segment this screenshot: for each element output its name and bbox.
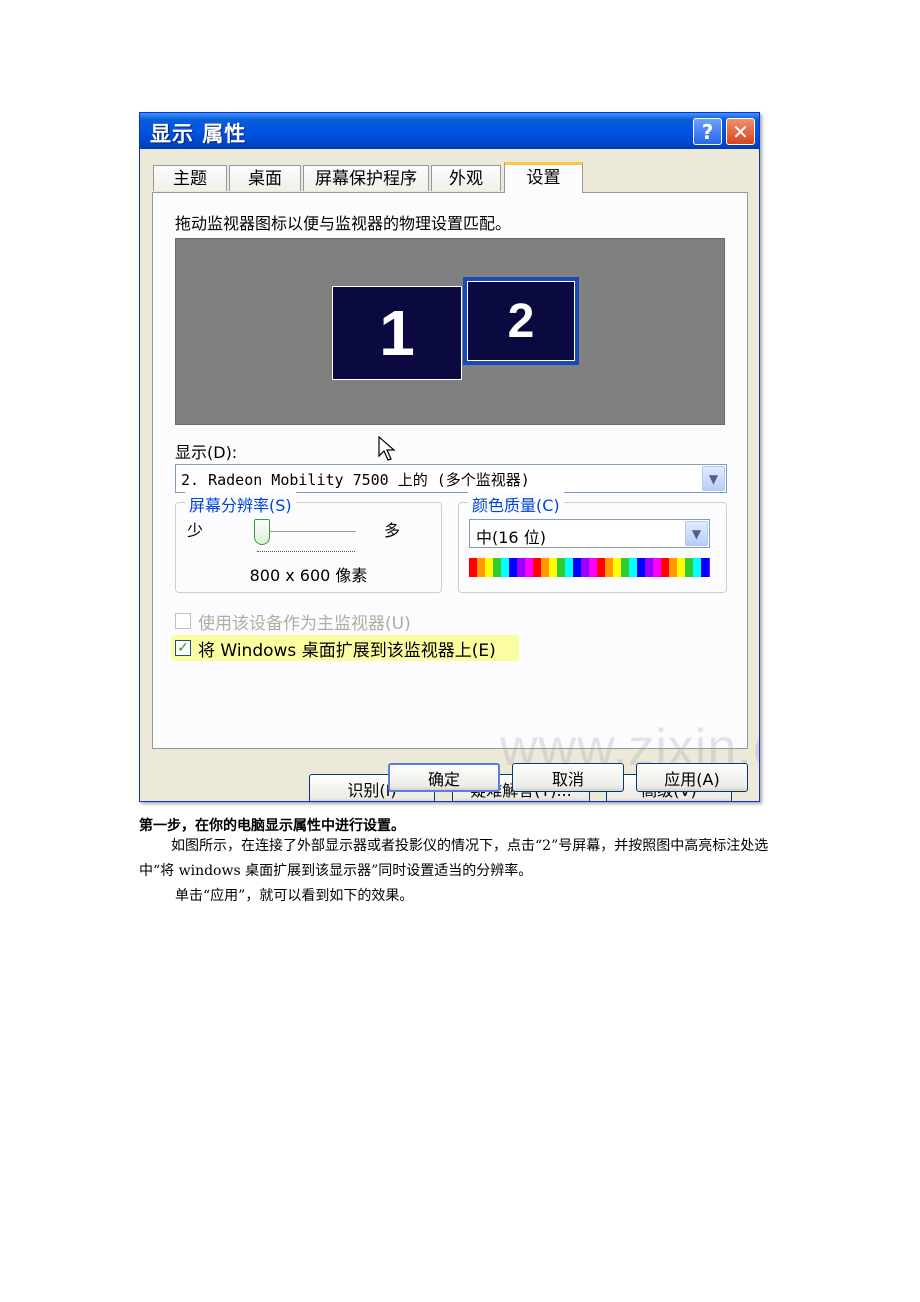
paragraph-1: 如图所示，在连接了外部显示器或者投影仪的情况下，点击“2”号屏幕，并按照图中高亮… xyxy=(139,838,769,879)
chevron-down-icon[interactable]: ▼ xyxy=(685,521,708,546)
resolution-group: 屏幕分辨率(S) 少 多 800 x 600 像素 xyxy=(175,492,442,593)
resolution-title: 屏幕分辨率(S) xyxy=(185,492,296,516)
tab-appearance[interactable]: 外观 xyxy=(431,165,501,191)
tab-theme[interactable]: 主题 xyxy=(153,165,227,191)
dialog-title: 显示 属性 xyxy=(150,122,247,146)
tab-screensaver[interactable]: 屏幕保护程序 xyxy=(303,165,429,191)
apply-button[interactable]: 应用(A) xyxy=(636,763,748,792)
extend-desktop-checkbox[interactable]: ✓ xyxy=(175,640,191,656)
settings-panel: 拖动监视器图标以便与监视器的物理设置匹配。 1 2 显示(D): 2. Rade… xyxy=(152,192,748,801)
color-quality-value: 中(16 位) xyxy=(476,528,546,547)
color-spectrum-bar xyxy=(469,558,710,577)
cancel-button[interactable]: 取消 xyxy=(512,763,624,792)
close-icon[interactable]: ✕ xyxy=(726,118,755,145)
display-label: 显示(D): xyxy=(175,443,238,462)
monitor-1-icon[interactable]: 1 xyxy=(332,286,462,380)
display-select[interactable]: 2. Radeon Mobility 7500 上的 (多个监视器) ▼ xyxy=(175,464,727,493)
primary-monitor-checkbox[interactable] xyxy=(175,613,191,629)
primary-monitor-label: 使用该设备作为主监视器(U) xyxy=(198,613,411,634)
extend-desktop-checkbox-row: ✓ 将 Windows 桌面扩展到该监视器上(E) xyxy=(175,637,496,661)
mouse-cursor-icon xyxy=(378,436,396,461)
chevron-down-icon[interactable]: ▼ xyxy=(702,466,725,491)
resolution-slider-ticks xyxy=(257,551,355,552)
extend-desktop-label: 将 Windows 桌面扩展到该监视器上(E) xyxy=(198,640,496,661)
tab-desktop[interactable]: 桌面 xyxy=(229,165,301,191)
primary-monitor-checkbox-row: 使用该设备作为主监视器(U) xyxy=(175,610,411,634)
display-select-value: 2. Radeon Mobility 7500 上的 (多个监视器) xyxy=(181,471,530,489)
ok-button[interactable]: 确定 xyxy=(388,763,500,792)
step-title: 第一步，在你的电脑显示属性中进行设置。 xyxy=(139,818,405,834)
paragraph-2: 单击“应用”，就可以看到如下的效果。 xyxy=(175,888,414,904)
resolution-min-label: 少 xyxy=(187,521,204,540)
color-quality-select[interactable]: 中(16 位) ▼ xyxy=(469,519,710,548)
color-quality-title: 颜色质量(C) xyxy=(468,492,564,516)
monitor-arrangement-area[interactable]: 1 2 xyxy=(175,238,725,425)
resolution-value: 800 x 600 像素 xyxy=(249,566,368,585)
title-bar[interactable]: 显示 属性 ? ✕ xyxy=(140,113,759,149)
monitor-2-icon[interactable]: 2 xyxy=(463,277,579,365)
help-icon[interactable]: ? xyxy=(693,118,722,145)
tab-settings[interactable]: 设置 xyxy=(504,162,583,193)
instruction-text: 拖动监视器图标以便与监视器的物理设置匹配。 xyxy=(175,214,512,233)
resolution-max-label: 多 xyxy=(384,521,401,540)
color-quality-group: 颜色质量(C) 中(16 位) ▼ xyxy=(458,492,727,593)
resolution-slider-thumb[interactable] xyxy=(254,519,271,545)
display-properties-dialog: 显示 属性 ? ✕ 主题 桌面 屏幕保护程序 外观 设置 拖动监视器图标以便与监… xyxy=(139,112,760,802)
